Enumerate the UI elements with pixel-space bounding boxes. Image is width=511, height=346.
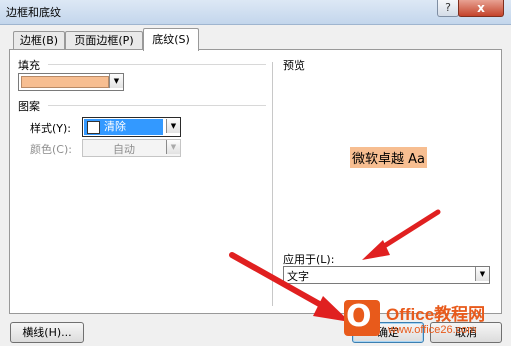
fill-group-line (48, 64, 266, 65)
pattern-style-value: 清除 (104, 120, 126, 133)
watermark-url: www.office26.com (388, 324, 477, 336)
pattern-color-dropdown: 自动 ▼ (82, 139, 181, 157)
apply-to-dropdown[interactable]: 文字 ▼ (283, 266, 490, 284)
chevron-down-icon[interactable]: ▼ (109, 74, 123, 88)
pattern-color-value: 自动 (113, 143, 135, 156)
help-button[interactable]: ? (437, 0, 459, 17)
chevron-down-icon: ▼ (166, 140, 180, 154)
preview-label: 预览 (283, 59, 305, 72)
panel-divider (272, 62, 273, 306)
apply-to-label: 应用于(L): (283, 253, 335, 266)
chevron-down-icon[interactable]: ▼ (166, 119, 180, 133)
tab-shading[interactable]: 底纹(S) (143, 28, 199, 51)
style-label: 样式(Y): (30, 122, 72, 135)
pattern-style-selection: 清除 (84, 119, 163, 135)
fill-color-dropdown[interactable]: ▼ (18, 73, 124, 91)
window-title: 边框和底纹 (6, 6, 61, 19)
apply-to-value: 文字 (287, 270, 309, 283)
watermark: O Office教程网 www.office26.com (340, 298, 511, 346)
horizontal-line-button[interactable]: 横线(H)... (10, 322, 84, 343)
watermark-title: Office教程网 (386, 305, 486, 324)
pattern-group-line (48, 105, 266, 106)
fill-label: 填充 (18, 59, 40, 72)
tab-borders[interactable]: 边框(B) (13, 31, 65, 50)
chevron-down-icon[interactable]: ▼ (475, 267, 489, 281)
clear-swatch-icon (87, 121, 100, 134)
office-logo-glyph: O (346, 299, 372, 334)
preview-sample-text: 微软卓越 Aa (350, 147, 427, 168)
pattern-label: 图案 (18, 100, 40, 113)
title-bar (0, 0, 511, 25)
fill-color-swatch (21, 76, 109, 88)
tab-page-borders[interactable]: 页面边框(P) (65, 31, 143, 50)
close-button[interactable]: x (458, 0, 504, 17)
color-label: 颜色(C): (30, 143, 72, 156)
pattern-style-dropdown[interactable]: 清除 ▼ (82, 117, 181, 137)
